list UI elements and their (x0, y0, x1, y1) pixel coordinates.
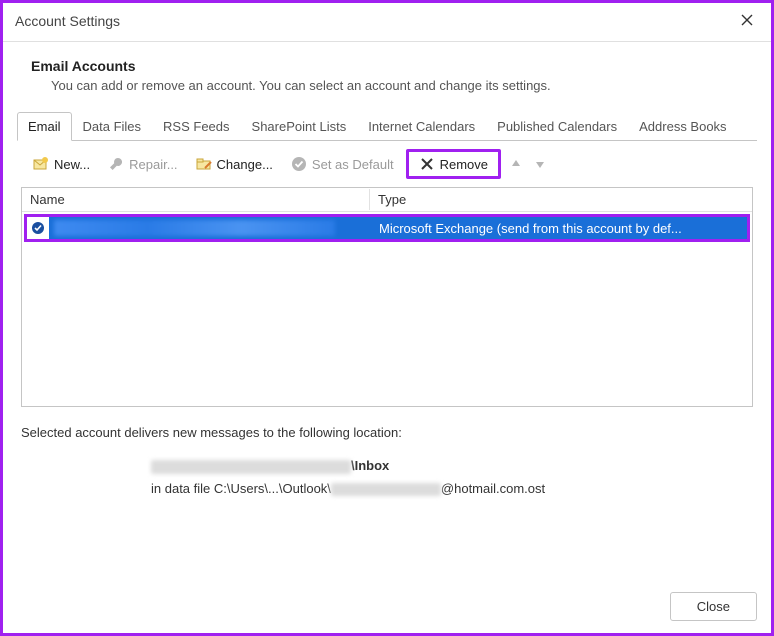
redacted-filename (331, 483, 441, 496)
set-default-label: Set as Default (312, 157, 394, 172)
table-row[interactable]: Microsoft Exchange (send from this accou… (27, 217, 747, 239)
envelope-new-icon (33, 156, 49, 172)
toolbar: New... Repair... Change... Set as Defaul… (3, 141, 771, 185)
page-header: Email Accounts You can add or remove an … (3, 42, 771, 111)
delivery-location-line: \Inbox (151, 454, 753, 477)
close-button[interactable]: Close (670, 592, 757, 621)
move-down-button[interactable] (531, 155, 549, 173)
account-type-cell: Microsoft Exchange (send from this accou… (375, 221, 747, 236)
page-description: You can add or remove an account. You ca… (31, 78, 757, 93)
page-title: Email Accounts (31, 58, 757, 74)
tab-internet-calendars[interactable]: Internet Calendars (357, 112, 486, 141)
remove-button-highlight: Remove (406, 149, 501, 179)
change-label: Change... (217, 157, 273, 172)
set-default-button[interactable]: Set as Default (285, 153, 400, 175)
repair-button[interactable]: Repair... (102, 153, 183, 175)
accounts-table: Name Type Microsoft Exchange (send from … (21, 187, 753, 407)
window-title: Account Settings (15, 13, 120, 29)
new-button[interactable]: New... (27, 153, 96, 175)
move-up-button[interactable] (507, 155, 525, 173)
new-label: New... (54, 157, 90, 172)
datafile-prefix: in data file C:\Users\...\Outlook\ (151, 481, 331, 496)
change-button[interactable]: Change... (190, 153, 279, 175)
redacted-account (151, 460, 351, 474)
window-close-button[interactable] (733, 9, 761, 33)
repair-label: Repair... (129, 157, 177, 172)
folder-change-icon (196, 156, 212, 172)
check-circle-icon (291, 156, 307, 172)
tab-strip: Email Data Files RSS Feeds SharePoint Li… (17, 111, 757, 141)
dialog-footer: Close (670, 592, 757, 621)
delivery-info: Selected account delivers new messages t… (3, 407, 771, 501)
tab-rss-feeds[interactable]: RSS Feeds (152, 112, 240, 141)
account-settings-window: Account Settings Email Accounts You can … (0, 0, 774, 636)
column-type[interactable]: Type (370, 189, 752, 210)
default-check-icon (27, 217, 49, 239)
delivery-datafile-line: in data file C:\Users\...\Outlook\ @hotma… (151, 477, 753, 500)
delivery-inbox-suffix: \Inbox (351, 458, 389, 473)
redacted-name (54, 220, 335, 236)
table-header: Name Type (22, 188, 752, 212)
selected-row-highlight: Microsoft Exchange (send from this accou… (24, 214, 750, 242)
tab-published-calendars[interactable]: Published Calendars (486, 112, 628, 141)
remove-button[interactable]: Remove (413, 153, 494, 175)
tab-data-files[interactable]: Data Files (72, 112, 153, 141)
datafile-suffix: @hotmail.com.ost (441, 481, 545, 496)
tab-sharepoint-lists[interactable]: SharePoint Lists (241, 112, 358, 141)
tab-address-books[interactable]: Address Books (628, 112, 737, 141)
wrench-icon (108, 156, 124, 172)
tab-email[interactable]: Email (17, 112, 72, 141)
x-icon (419, 156, 435, 172)
account-name-cell (49, 217, 375, 239)
delivery-intro: Selected account delivers new messages t… (21, 425, 753, 440)
remove-label: Remove (440, 157, 488, 172)
titlebar: Account Settings (3, 3, 771, 39)
column-name[interactable]: Name (22, 189, 370, 210)
